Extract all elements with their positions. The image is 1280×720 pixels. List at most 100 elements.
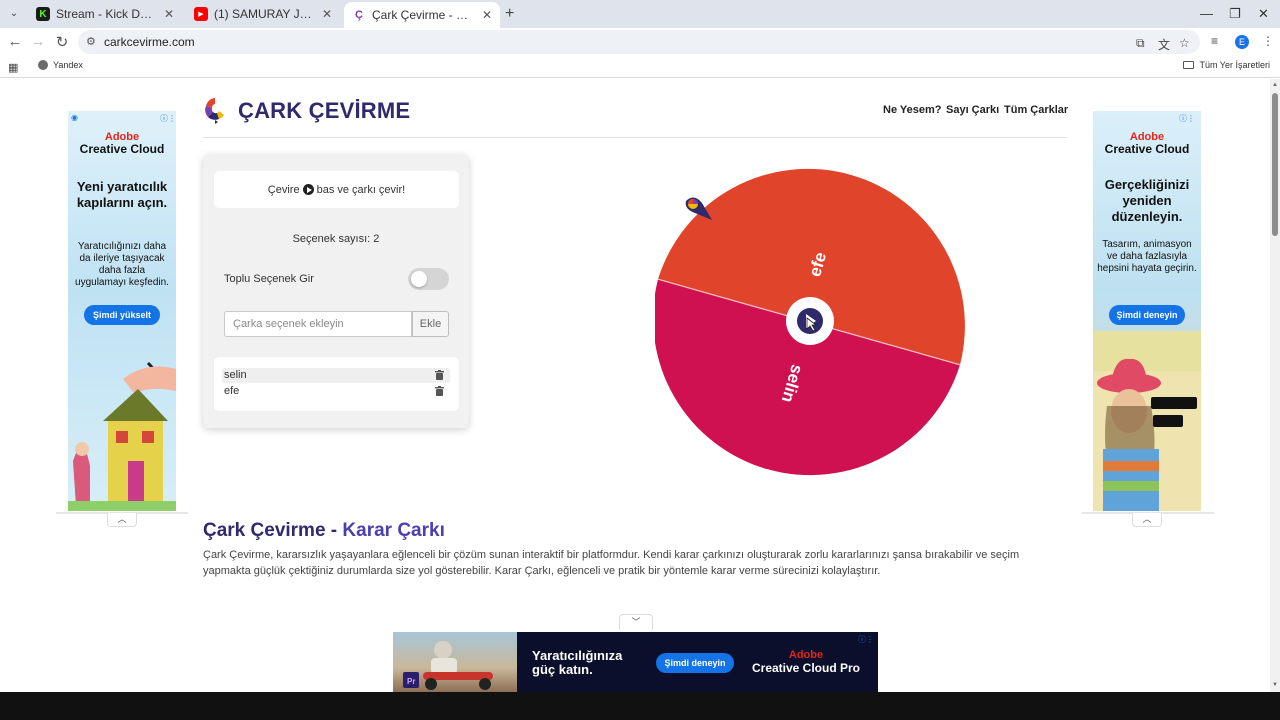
scrollbar-thumb[interactable]: [1272, 93, 1278, 236]
list-item[interactable]: efe: [222, 384, 450, 399]
apps-grid-icon[interactable]: ▦: [8, 61, 18, 74]
trash-icon[interactable]: [435, 370, 444, 380]
ad-product: Creative Cloud: [79, 142, 165, 156]
bookmarks-bar: ▦ Yandex Tüm Yer İşaretleri: [0, 56, 1280, 78]
logo-icon[interactable]: [203, 96, 227, 124]
article-title: Çark Çevirme - Karar Çarkı: [203, 520, 445, 542]
url-text[interactable]: carkcevirme.com: [104, 35, 195, 49]
install-app-icon[interactable]: ⧉: [1136, 36, 1145, 51]
option-input[interactable]: [224, 311, 412, 337]
ad-right[interactable]: ⓘ⋮ Adobe Creative Cloud Gerçekliğinizi y…: [1093, 111, 1201, 511]
close-tab-icon[interactable]: ✕: [322, 7, 332, 21]
tab-youtube[interactable]: ▶ (1) SAMURAY JACK I Jack ve Üç ✕: [186, 2, 340, 26]
address-bar[interactable]: ⚙ carkcevirme.com ⧉ 文 ☆: [78, 30, 1200, 54]
option-label: efe: [224, 385, 240, 397]
wheel-pointer-icon: [685, 197, 712, 220]
globe-icon: [38, 60, 48, 70]
ad-info-icon[interactable]: ⓘ⋮: [1179, 113, 1195, 124]
play-icon: [302, 184, 314, 195]
ad-cta-button[interactable]: Şimdi yükselt: [84, 305, 160, 325]
kick-favicon-icon: K: [36, 7, 50, 21]
ad-info-icon[interactable]: ⓘ⋮: [858, 634, 874, 645]
cark-favicon-icon: Ç: [352, 8, 366, 22]
bookmark-yandex[interactable]: Yandex: [38, 60, 83, 70]
new-tab-button[interactable]: +: [505, 5, 514, 23]
option-list: selin efe: [214, 357, 459, 411]
ad-cta-button[interactable]: Şimdi deneyin: [656, 653, 734, 673]
close-window-icon[interactable]: ✕: [1258, 6, 1269, 22]
article-body: Çark Çevirme, kararsızlık yaşayanlara eğ…: [203, 549, 1020, 577]
ad-subtext: Yaratıcılığınızı daha da ileriye taşıyac…: [75, 241, 169, 288]
all-bookmarks[interactable]: Tüm Yer İşaretleri: [1183, 60, 1270, 70]
tab-title: Çark Çevirme - Karar Çarkı!: [372, 8, 474, 22]
ad-headline: Yeni yaratıcılık kapılarını açın.: [76, 179, 168, 210]
header-divider: [203, 137, 1067, 138]
taskbar: [0, 692, 1280, 720]
ad-collapse-chevron-icon[interactable]: ︿: [1132, 513, 1162, 527]
ad-house-illustration: [68, 361, 176, 511]
ad-scooter-illustration: Pr: [403, 641, 493, 690]
add-option-button[interactable]: Ekle: [412, 311, 449, 337]
forward-arrow-icon[interactable]: →: [29, 33, 47, 50]
option-label: selin: [224, 369, 247, 381]
scroll-down-icon[interactable]: ▼: [1272, 682, 1278, 688]
tab-title: Stream - Kick Dashboard: [56, 7, 156, 21]
list-item[interactable]: selin: [222, 368, 450, 383]
hint-text-after: bas ve çarkı çevir!: [316, 183, 406, 196]
ad-photo: Pr: [393, 632, 517, 692]
browser-menu-icon[interactable]: ⋮: [1262, 34, 1274, 48]
ad-bottom[interactable]: Pr Yaratıcılığınıza güç katın. Şimdi den…: [393, 632, 878, 692]
back-arrow-icon[interactable]: ←: [6, 33, 24, 50]
scroll-up-icon[interactable]: ▲: [1272, 82, 1278, 88]
site-logo[interactable]: ÇARK ÇEVİRME: [238, 98, 410, 124]
toggle-knob: [411, 271, 427, 287]
nav-ne-yesem[interactable]: Ne Yesem?: [883, 104, 942, 116]
svg-text:Pr: Pr: [407, 677, 415, 686]
nav-tum-carklar[interactable]: Tüm Çarklar: [1004, 104, 1068, 116]
bottom-ad-collapse-chevron-icon[interactable]: ﹀: [619, 614, 653, 630]
ad-headline: Gerçekliğinizi yeniden düzenleyin.: [1104, 177, 1190, 224]
minimize-icon[interactable]: —: [1200, 6, 1213, 21]
tab-kick-dashboard[interactable]: K Stream - Kick Dashboard ✕: [28, 2, 182, 26]
ad-subtext: Tasarım, animasyon ve daha fazlasıyla he…: [1097, 239, 1197, 274]
bulk-entry-toggle[interactable]: [408, 268, 449, 290]
tab-cark-cevirme[interactable]: Ç Çark Çevirme - Karar Çarkı! ✕: [344, 2, 500, 28]
tab-strip: ⌄ K Stream - Kick Dashboard ✕ ▶ (1) SAMU…: [0, 0, 1280, 28]
ad-product: Creative Cloud Pro: [751, 661, 861, 675]
bookmark-star-icon[interactable]: ☆: [1179, 36, 1190, 50]
reading-list-icon[interactable]: ≡: [1211, 34, 1218, 48]
ad-privacy-icon[interactable]: ◉: [71, 113, 78, 122]
translate-icon[interactable]: 文: [1158, 36, 1170, 53]
ad-cta-button[interactable]: Şimdi deneyin: [1109, 305, 1185, 325]
nav-sayi-carki[interactable]: Sayı Çarkı: [946, 104, 999, 116]
profile-avatar[interactable]: E: [1235, 35, 1249, 49]
ad-girl-illustration: [1093, 331, 1201, 511]
all-bookmarks-label: Tüm Yer İşaretleri: [1199, 60, 1270, 70]
web-page: ◉ ⓘ⋮ Adobe Creative Cloud Yeni yaratıcıl…: [0, 79, 1270, 692]
bulk-entry-label: Toplu Seçenek Gir: [224, 273, 314, 285]
ad-info-icon[interactable]: ⓘ⋮: [160, 113, 176, 124]
restore-icon[interactable]: ❐: [1229, 6, 1241, 22]
ad-product: Creative Cloud: [1104, 142, 1190, 156]
youtube-favicon-icon: ▶: [194, 7, 208, 21]
option-count: Seçenek sayısı: 2: [292, 233, 380, 245]
ad-headline: Yaratıcılığınıza güç katın.: [532, 648, 623, 677]
close-tab-icon[interactable]: ✕: [482, 8, 492, 22]
ad-brand: Adobe: [788, 649, 824, 661]
bookmark-label: Yandex: [53, 60, 83, 70]
reload-icon[interactable]: ↻: [53, 33, 71, 51]
folder-icon: [1183, 61, 1195, 69]
article-title-accent: Karar Çarkı: [342, 520, 445, 541]
ad-left[interactable]: ◉ ⓘ⋮ Adobe Creative Cloud Yeni yaratıcıl…: [68, 111, 176, 511]
hint-text-before: Çevire: [267, 183, 300, 196]
article-title-main: Çark Çevirme -: [203, 520, 343, 541]
browser-toolbar: ← → ↻ ⚙ carkcevirme.com ⧉ 文 ☆ ≡ ⋮: [0, 28, 1280, 56]
spin-hint: Çevire bas ve çarkı çevir!: [214, 171, 459, 208]
ad-collapse-chevron-icon[interactable]: ︿: [107, 513, 137, 527]
site-info-icon[interactable]: ⚙: [86, 35, 96, 48]
close-tab-icon[interactable]: ✕: [164, 7, 174, 21]
tab-title: (1) SAMURAY JACK I Jack ve Üç: [214, 7, 314, 21]
trash-icon[interactable]: [435, 386, 444, 396]
tab-search-chevron-icon[interactable]: ⌄: [6, 6, 22, 22]
control-panel: Çevire bas ve çarkı çevir! Seçenek sayıs…: [203, 154, 469, 428]
